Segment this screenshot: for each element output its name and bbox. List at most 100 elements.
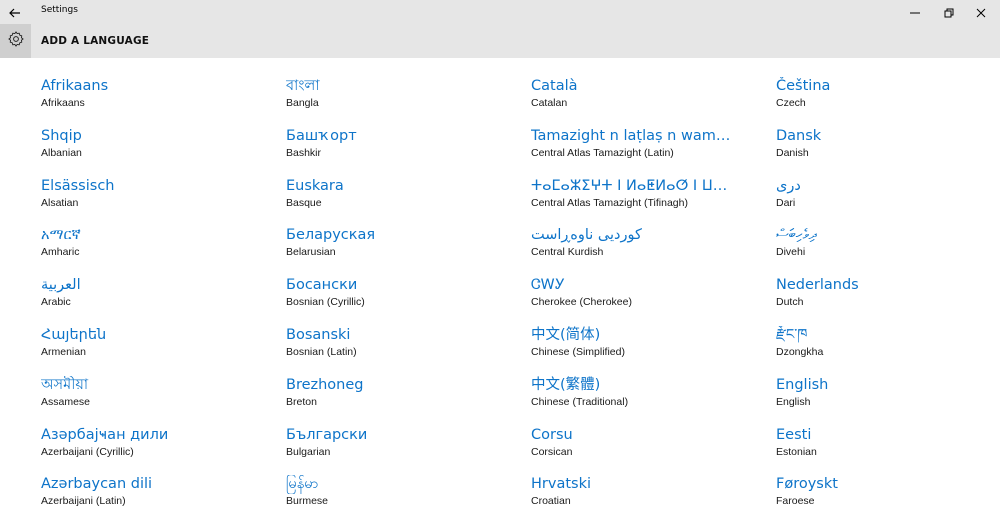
- language-native-name: Tamazight n laṭlaṣ n wammas: [531, 127, 736, 144]
- language-item[interactable]: Eesti Estonian: [776, 426, 976, 476]
- language-native-name: ⵜⴰⵎⴰⵣⵉⵖⵜ ⵏ ⵍⴰⵟⵍⴰⵚ ⵏ ⵡⴰⵎⵎⴰⵙ: [531, 177, 736, 194]
- language-native-name: ᏣᎳᎩ: [531, 277, 565, 294]
- language-native-name: Беларуская: [286, 227, 376, 244]
- language-item[interactable]: Català Catalan: [531, 77, 776, 127]
- language-english-name: Croatian: [531, 495, 571, 508]
- language-item[interactable]: Dansk Danish: [776, 127, 976, 177]
- page-header: ADD A LANGUAGE: [0, 24, 1000, 58]
- language-item[interactable]: Հայերեն Armenian: [41, 326, 286, 376]
- language-native-name: বাংলা: [286, 78, 320, 94]
- language-item[interactable]: Hrvatski Croatian: [531, 475, 776, 525]
- language-item[interactable]: Башҡорт Bashkir: [286, 127, 531, 177]
- language-item[interactable]: Afrikaans Afrikaans: [41, 77, 286, 127]
- back-button[interactable]: [0, 0, 30, 24]
- language-native-name: Азәрбајҹан дили: [41, 426, 169, 443]
- language-native-name: Azərbaycan dili: [41, 476, 153, 493]
- language-item[interactable]: မြန်မာ Burmese: [286, 475, 531, 525]
- language-item[interactable]: Euskara Basque: [286, 177, 531, 227]
- language-item[interactable]: العربية Arabic: [41, 276, 286, 326]
- language-item[interactable]: درى Dari: [776, 177, 976, 227]
- language-item[interactable]: English English: [776, 376, 976, 426]
- language-item[interactable]: Беларуская Belarusian: [286, 226, 531, 276]
- language-english-name: Czech: [776, 97, 806, 109]
- language-english-name: Catalan: [531, 97, 568, 109]
- language-native-name: Bosanski: [286, 326, 351, 343]
- language-item[interactable]: বাংলা Bangla: [286, 77, 531, 127]
- language-english-name: Central Atlas Tamazight (Latin): [531, 146, 674, 159]
- language-native-name: Corsu: [531, 426, 573, 443]
- language-english-name: Dari: [776, 196, 796, 209]
- language-english-name: Dutch: [776, 296, 804, 309]
- language-english-name: Chinese (Simplified): [531, 345, 625, 358]
- language-item[interactable]: Brezhoneg Breton: [286, 376, 531, 426]
- language-item[interactable]: ⵜⴰⵎⴰⵣⵉⵖⵜ ⵏ ⵍⴰⵟⵍⴰⵚ ⵏ ⵡⴰⵎⵎⴰⵙ Central Atlas …: [531, 177, 776, 227]
- language-item[interactable]: Elsässisch Alsatian: [41, 177, 286, 227]
- language-native-name: درى: [776, 177, 801, 194]
- language-item[interactable]: Føroyskt Faroese: [776, 475, 976, 525]
- language-english-name: Basque: [286, 196, 322, 209]
- language-english-name: Azerbaijani (Latin): [41, 495, 126, 508]
- language-item[interactable]: རྫོང་ཁ Dzongkha: [776, 326, 976, 376]
- language-english-name: English: [776, 395, 811, 408]
- language-native-name: Босански: [286, 277, 358, 294]
- settings-home-button[interactable]: [0, 24, 31, 58]
- gear-icon: [7, 30, 25, 52]
- language-english-name: Chinese (Traditional): [531, 395, 629, 408]
- language-english-name: Assamese: [41, 395, 91, 408]
- language-native-name: Nederlands: [776, 277, 859, 294]
- language-item[interactable]: Азәрбајҹан дили Azerbaijani (Cyrillic): [41, 426, 286, 476]
- language-item[interactable]: Босански Bosnian (Cyrillic): [286, 276, 531, 326]
- language-english-name: Divehi: [776, 246, 806, 259]
- language-english-name: Armenian: [41, 345, 86, 358]
- language-item[interactable]: Български Bulgarian: [286, 426, 531, 476]
- minimize-button[interactable]: [896, 0, 934, 24]
- language-native-name: Català: [531, 78, 578, 94]
- language-item[interactable]: ᏣᎳᎩ Cherokee (Cherokee): [531, 276, 776, 326]
- language-english-name: Danish: [776, 146, 809, 159]
- language-english-name: Bosnian (Latin): [286, 345, 357, 358]
- language-item[interactable]: অসমীয়া Assamese: [41, 376, 286, 426]
- language-item[interactable]: کوردیی ناوەڕاست Central Kurdish: [531, 226, 776, 276]
- window-title: Settings: [41, 5, 78, 15]
- language-item[interactable]: Bosanski Bosnian (Latin): [286, 326, 531, 376]
- language-native-name: Euskara: [286, 177, 344, 194]
- language-native-name: Føroyskt: [776, 476, 838, 493]
- language-native-name: ދިވެހިބަސް: [776, 227, 817, 244]
- language-english-name: Corsican: [531, 445, 573, 458]
- language-native-name: English: [776, 376, 829, 393]
- language-native-name: Elsässisch: [41, 177, 115, 194]
- language-english-name: Central Atlas Tamazight (Tifinagh): [531, 196, 688, 209]
- language-native-name: Hrvatski: [531, 476, 591, 493]
- close-icon: [976, 3, 986, 22]
- language-english-name: Albanian: [41, 146, 82, 159]
- language-item[interactable]: Nederlands Dutch: [776, 276, 976, 326]
- language-english-name: Bulgarian: [286, 445, 331, 458]
- language-item[interactable]: Shqip Albanian: [41, 127, 286, 177]
- language-item[interactable]: 中文(繁體) Chinese (Traditional): [531, 376, 776, 426]
- language-item[interactable]: ދިވެހިބަސް Divehi: [776, 226, 976, 276]
- language-native-name: Български: [286, 426, 368, 443]
- language-item[interactable]: 中文(简体) Chinese (Simplified): [531, 326, 776, 376]
- language-english-name: Dzongkha: [776, 345, 824, 358]
- language-native-name: Eesti: [776, 426, 812, 443]
- language-native-name: Башҡорт: [286, 127, 357, 144]
- language-item[interactable]: Azərbaycan dili Azerbaijani (Latin): [41, 475, 286, 525]
- language-native-name: Afrikaans: [41, 78, 109, 94]
- language-english-name: Amharic: [41, 246, 80, 259]
- language-item[interactable]: Čeština Czech: [776, 77, 976, 127]
- language-native-name: Dansk: [776, 127, 822, 144]
- title-bar: Settings: [0, 0, 1000, 24]
- language-english-name: Afrikaans: [41, 97, 85, 109]
- close-button[interactable]: [962, 0, 1000, 24]
- language-item[interactable]: Tamazight n laṭlaṣ n wammas Central Atlas…: [531, 127, 776, 177]
- language-english-name: Arabic: [41, 296, 71, 309]
- language-english-name: Belarusian: [286, 246, 336, 259]
- language-native-name: العربية: [41, 277, 81, 294]
- back-arrow-icon: [9, 3, 21, 22]
- language-english-name: Alsatian: [41, 196, 79, 209]
- language-english-name: Azerbaijani (Cyrillic): [41, 445, 134, 458]
- language-item[interactable]: አማርኛ Amharic: [41, 226, 286, 276]
- language-item[interactable]: Corsu Corsican: [531, 426, 776, 476]
- language-native-name: অসমীয়া: [41, 376, 89, 393]
- language-native-name: 中文(繁體): [531, 376, 601, 393]
